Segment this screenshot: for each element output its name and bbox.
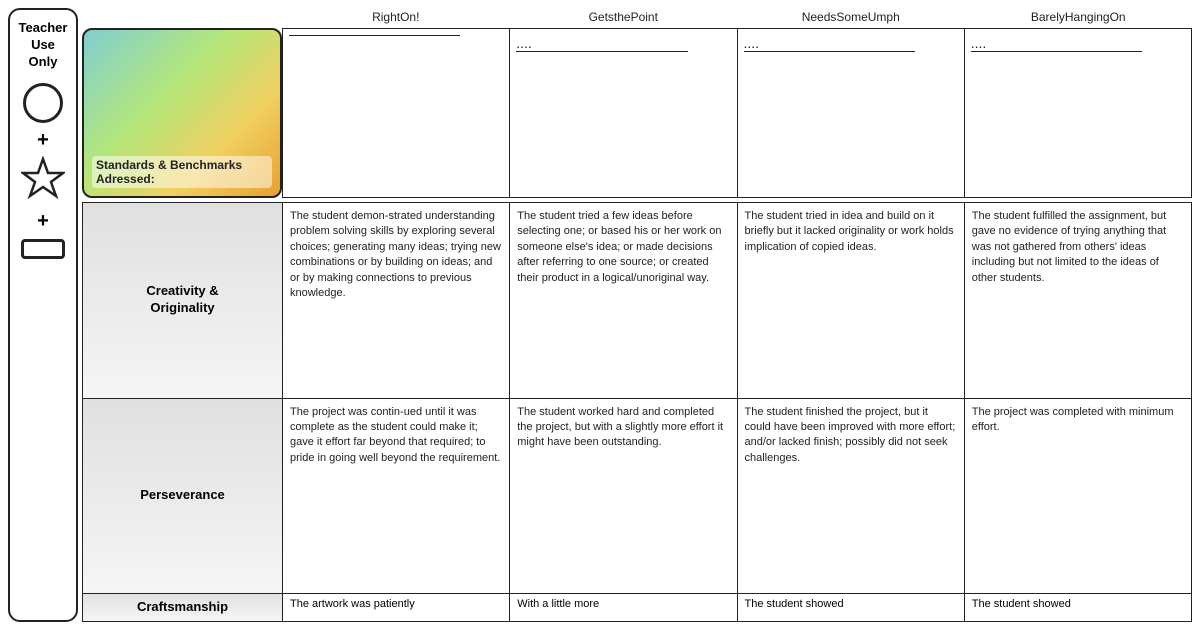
star-icon — [21, 156, 65, 206]
grade-dots-2: .... — [516, 35, 730, 51]
grade-dots-3: .... — [744, 35, 958, 51]
circle-icon — [23, 83, 63, 123]
rubric-creativity-col4: The student fulfilled the assignment, bu… — [965, 203, 1191, 398]
grade-col-3: .... — [738, 28, 965, 198]
criteria-perseverance: Perseverance — [83, 399, 283, 594]
grade-line-2 — [516, 51, 687, 52]
teacher-sidebar: Teacher Use Only + + — [8, 8, 78, 622]
right-content: RightOn! GetsthePoint NeedsSomeUmph Bare… — [82, 8, 1192, 622]
rubric-perseverance-col2: The student worked hard and completed th… — [510, 399, 737, 594]
grade-col-2: .... — [510, 28, 737, 198]
grade-columns: .... .... .... — [282, 28, 1192, 198]
rubric-creativity-col1: The student demon-strated understanding … — [283, 203, 510, 398]
rubric-row-perseverance: Perseverance The project was contin-ued … — [82, 399, 1192, 595]
grade-col-1 — [282, 28, 510, 198]
standards-box: Standards & Benchmarks Adressed: — [82, 28, 282, 198]
criteria-craftsmanship: Craftsmanship — [83, 594, 283, 621]
rubric-row-creativity: Creativity &Originality The student demo… — [82, 202, 1192, 399]
rectangle-icon — [21, 239, 65, 259]
grade-line-3 — [744, 51, 915, 52]
header-col3: NeedsSomeUmph — [737, 8, 965, 26]
grade-col-4: .... — [965, 28, 1192, 198]
rubric-craftsmanship-col4: The student showed — [965, 594, 1191, 621]
grade-dots-4: .... — [971, 35, 1185, 51]
plus-icon-1: + — [37, 129, 49, 152]
header-col1: RightOn! — [282, 8, 510, 26]
standards-label: Standards & Benchmarks Adressed: — [92, 156, 272, 188]
top-section: Standards & Benchmarks Adressed: .... ..… — [82, 28, 1192, 198]
criteria-creativity-label: Creativity &Originality — [146, 283, 218, 317]
rubric-craftsmanship-col3: The student showed — [738, 594, 965, 621]
main-container: Teacher Use Only + + RightOn! GetsthePoi… — [0, 0, 1200, 630]
rubric-section: Creativity &Originality The student demo… — [82, 202, 1192, 622]
grade-line-1 — [289, 35, 460, 36]
rubric-creativity-col3: The student tried in idea and build on i… — [738, 203, 965, 398]
rubric-creativity-col2: The student tried a few ideas before sel… — [510, 203, 737, 398]
plus-icon-2: + — [37, 210, 49, 233]
criteria-perseverance-label: Perseverance — [140, 487, 225, 504]
rubric-craftsmanship-col1: The artwork was patiently — [283, 594, 510, 621]
rubric-perseverance-col3: The student finished the project, but it… — [738, 399, 965, 594]
rubric-row-craftsmanship: Craftsmanship The artwork was patiently … — [82, 594, 1192, 622]
header-col2: GetsthePoint — [510, 8, 738, 26]
rubric-perseverance-col1: The project was contin-ued until it was … — [283, 399, 510, 594]
header-col4: BarelyHangingOn — [965, 8, 1193, 26]
rubric-craftsmanship-col2: With a little more — [510, 594, 737, 621]
rubric-perseverance-col4: The project was completed with minimum e… — [965, 399, 1191, 594]
criteria-craftsmanship-label: Craftsmanship — [137, 599, 228, 616]
teacher-use-label: Teacher Use Only — [15, 20, 71, 71]
grade-line-4 — [971, 51, 1142, 52]
criteria-creativity: Creativity &Originality — [83, 203, 283, 398]
header-row: RightOn! GetsthePoint NeedsSomeUmph Bare… — [282, 8, 1192, 26]
